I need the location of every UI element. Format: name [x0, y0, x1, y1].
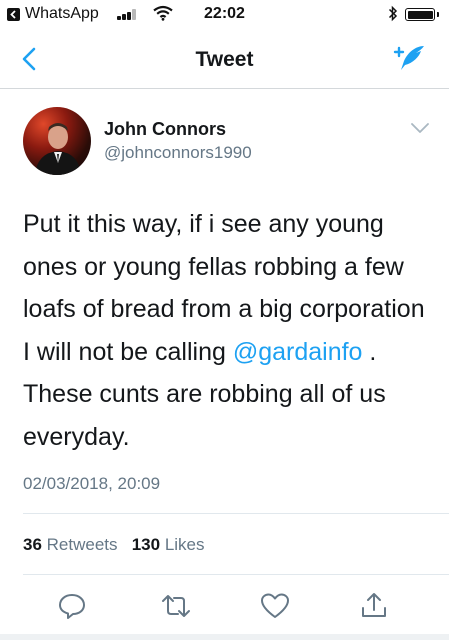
avatar[interactable]	[23, 107, 91, 175]
tweet-text: Put it this way, if i see any young ones…	[23, 203, 433, 458]
likes-label: Likes	[164, 535, 205, 554]
navigation-bar: Tweet	[0, 30, 449, 89]
battery-icon	[405, 8, 439, 21]
engagement-stats: 36 Retweets 130 Likes	[23, 535, 205, 555]
clock: 22:02	[204, 5, 245, 22]
retweets-count: 36	[23, 535, 42, 554]
retweet-button[interactable]	[159, 589, 193, 623]
bottom-edge	[0, 634, 449, 640]
reply-button[interactable]	[55, 589, 89, 623]
profile-photo	[35, 123, 81, 175]
tweet-timestamp: 02/03/2018, 20:09	[23, 474, 161, 493]
reply-icon	[59, 594, 85, 619]
share-button[interactable]	[357, 589, 391, 623]
status-bar: WhatsApp 22:02	[0, 0, 449, 30]
compose-tweet-icon[interactable]	[391, 43, 427, 75]
like-button[interactable]	[258, 589, 292, 623]
like-icon	[261, 593, 289, 618]
divider	[23, 574, 449, 575]
chevron-down-icon[interactable]	[410, 122, 430, 134]
retweets-label: Retweets	[46, 535, 118, 554]
likes-stat[interactable]: 130 Likes	[132, 535, 205, 554]
retweets-stat[interactable]: 36 Retweets	[23, 535, 118, 554]
page-title: Tweet	[195, 48, 254, 71]
mention-link[interactable]: @gardainfo	[233, 338, 363, 366]
divider	[23, 513, 449, 514]
likes-count: 130	[131, 535, 161, 554]
bluetooth-icon	[388, 5, 398, 22]
retweet-icon	[162, 595, 190, 617]
author-name[interactable]: John Connors	[104, 119, 226, 140]
author-handle[interactable]: @johnconnors1990	[104, 143, 252, 163]
share-icon	[362, 593, 386, 617]
